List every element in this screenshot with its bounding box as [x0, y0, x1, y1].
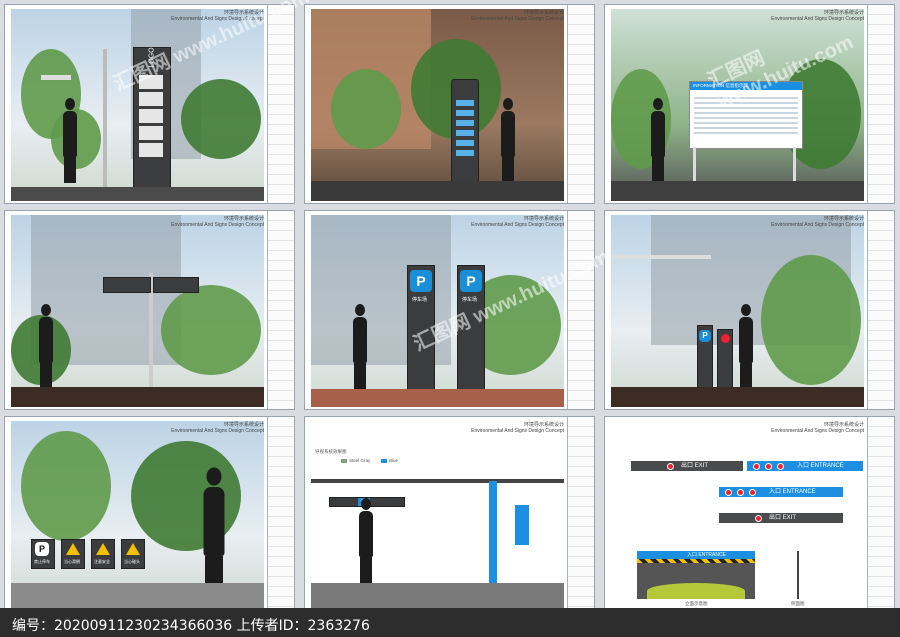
side-caption: 侧面图	[791, 601, 805, 606]
sheet-8[interactable]: 导视系统效果图 Steel Gray Blue 32 环境导示系统设计Envir…	[304, 416, 595, 616]
render-1: LOGO	[11, 9, 264, 201]
parking-icon: P	[35, 542, 49, 556]
logo-pylon: LOGO	[133, 47, 171, 189]
entrance-strip-1: 入口 ENTRANCE	[747, 461, 863, 471]
legend-swatch-blue	[381, 459, 387, 463]
caption-line2: Environmental And Signs Design Concept	[471, 222, 564, 228]
directory-totem	[451, 79, 479, 185]
entrance-text: 入口 ENTRANCE	[769, 489, 816, 495]
sheet-4[interactable]: 环境导示系统设计 Environmental And Signs Design C…	[4, 210, 295, 410]
title-block	[867, 417, 894, 615]
caption-line2: Environmental And Signs Design Concept	[471, 428, 564, 434]
warning-icon	[126, 543, 140, 555]
title-block	[867, 211, 894, 409]
warning-icon	[96, 543, 110, 555]
footer-bar: 编号：20200911230234366036 上传者ID：2363276	[0, 608, 900, 637]
lamp-post	[103, 49, 107, 189]
silhouette	[203, 467, 225, 595]
silhouette	[39, 304, 53, 389]
silhouette	[359, 498, 373, 583]
safety-sign-label: 注意安全	[94, 559, 110, 564]
no-entry-icon	[720, 334, 730, 343]
sheet-6[interactable]: P 环境导示系统设计 Environmental And Signs Design…	[604, 210, 895, 410]
parking-pylon-1: P 停车场	[407, 265, 435, 397]
silhouette	[353, 304, 367, 389]
render-7: P 禁止停车 当心滑倒 注意安全 当心碰头	[11, 421, 264, 613]
parking-pylon-2: P 停车场	[457, 265, 485, 397]
render-4	[11, 215, 264, 407]
info-board: INFORMATION 信息指示牌	[689, 81, 803, 149]
entrance-text: 入口 ENTRANCE	[797, 463, 844, 469]
silhouette	[651, 98, 665, 183]
safety-sign-label: 禁止停车	[34, 559, 50, 564]
drawing-9: 出口 EXIT 入口 ENTRANCE 入口 ENTRANCE 出口 EXIT …	[611, 421, 864, 613]
parking-icon: P	[699, 330, 711, 342]
title-block	[567, 211, 594, 409]
drawing-8: 导视系统效果图 Steel Gray Blue 32	[311, 421, 564, 613]
warning-icon	[66, 543, 80, 555]
safety-sign-3: 注意安全	[91, 539, 115, 569]
exit-strip-1: 出口 EXIT	[631, 461, 743, 471]
safety-sign-2: 当心滑倒	[61, 539, 85, 569]
ceiling-beam	[311, 479, 564, 483]
direction-arm-left	[103, 277, 151, 293]
sheet-grid: LOGO 环境导示系统设计 Environmental And Signs Des…	[4, 0, 896, 616]
legend-swatch-steel	[341, 459, 347, 463]
garage-caption: 立面示意图	[685, 601, 708, 606]
sheet-3[interactable]: INFORMATION 信息指示牌 环境导示系统设计 Environmental …	[604, 4, 895, 204]
side-section	[797, 551, 799, 599]
sheet-9[interactable]: 出口 EXIT 入口 ENTRANCE 入口 ENTRANCE 出口 EXIT …	[604, 416, 895, 616]
exit-text: 出口 EXIT	[769, 515, 797, 521]
drawing-title: 导视系统效果图	[315, 449, 347, 454]
no-entry-post	[717, 329, 733, 391]
legend-steel: Steel Gray	[349, 458, 371, 463]
caption-line2: Environmental And Signs Design Concept	[771, 428, 864, 434]
caption-line2: Environmental And Signs Design Concept	[171, 428, 264, 434]
safety-sign-1: P 禁止停车	[31, 539, 55, 569]
footer-id-text: 编号：20200911230234366036 上传者ID：2363276	[12, 618, 370, 634]
title-block	[867, 5, 894, 203]
parking-icon: P	[460, 270, 482, 292]
info-board-title: INFORMATION 信息指示牌	[690, 82, 802, 90]
legend-blue: Blue	[389, 458, 399, 463]
garage-banner: 入口 ENTRANCE	[637, 551, 755, 559]
logo-text: LOGO	[148, 47, 156, 68]
exit-strip-2: 出口 EXIT	[719, 513, 843, 523]
caption-line2: Environmental And Signs Design Concept	[771, 16, 864, 22]
parking-label-2: 停车场	[462, 297, 478, 303]
render-3: INFORMATION 信息指示牌	[611, 9, 864, 201]
safety-sign-4: 当心碰头	[121, 539, 145, 569]
silhouette	[63, 98, 77, 183]
title-block	[567, 417, 594, 615]
silhouette	[501, 98, 515, 183]
caption-line2: Environmental And Signs Design Concept	[471, 16, 564, 22]
render-2	[311, 9, 564, 201]
caption-line2: Environmental And Signs Design Concept	[171, 16, 264, 22]
sheet-5[interactable]: P 停车场 P 停车场 环境导示系统设计 Environmental And Si…	[304, 210, 595, 410]
sheet-2[interactable]: 环境导示系统设计 Environmental And Signs Design C…	[304, 4, 595, 204]
title-block	[267, 417, 294, 615]
caption-line2: Environmental And Signs Design Concept	[771, 222, 864, 228]
column-blue	[489, 481, 497, 591]
garage-elevation: 入口 ENTRANCE	[637, 551, 755, 599]
sheet-1[interactable]: LOGO 环境导示系统设计 Environmental And Signs Des…	[4, 4, 295, 204]
render-5: P 停车场 P 停车场	[311, 215, 564, 407]
safety-sign-label: 当心碰头	[124, 559, 140, 564]
parking-icon: P	[410, 270, 432, 292]
silhouette	[739, 304, 753, 389]
title-block	[267, 5, 294, 203]
title-block	[567, 5, 594, 203]
render-6: P	[611, 215, 864, 407]
title-block	[267, 211, 294, 409]
entrance-strip-2: 入口 ENTRANCE	[719, 487, 843, 497]
sheet-7[interactable]: P 禁止停车 当心滑倒 注意安全 当心碰头 环境导示系统设计 Environmen…	[4, 416, 295, 616]
arrow-sign	[515, 505, 529, 545]
parking-label-1: 停车场	[412, 297, 428, 303]
exit-text: 出口 EXIT	[681, 463, 709, 469]
direction-arm-right	[153, 277, 199, 293]
safety-sign-label: 当心滑倒	[64, 559, 80, 564]
entrance-post: P	[697, 325, 713, 391]
caption-line2: Environmental And Signs Design Concept	[171, 222, 264, 228]
